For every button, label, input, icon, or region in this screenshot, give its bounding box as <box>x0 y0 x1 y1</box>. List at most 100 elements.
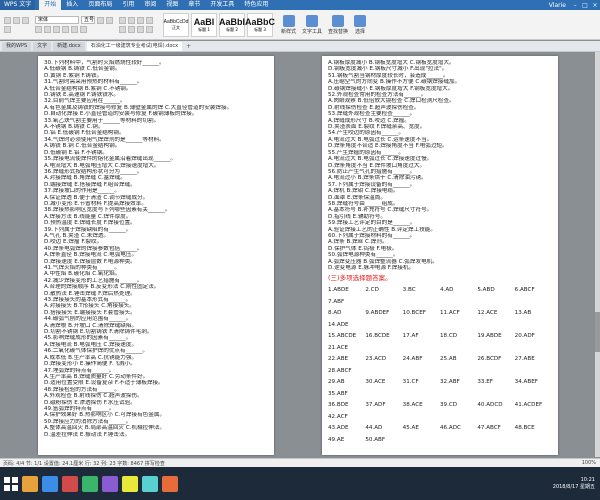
tool-button[interactable]: 新样式 <box>281 14 296 35</box>
grow-font-icon[interactable] <box>97 16 104 24</box>
answer-row: 7.ABF <box>328 297 552 309</box>
style-tile[interactable]: AaBbI 标题 2 <box>219 12 245 37</box>
answer-cell: 41.ACDEF <box>514 402 543 409</box>
answer-row: 1.ABDE 2.CD 3.BC 4.AD 5.ABD 6.ABCF <box>328 285 552 297</box>
cut-icon[interactable] <box>13 16 20 24</box>
clock-time: 10:21 <box>580 476 595 483</box>
document-tab[interactable]: 文字 <box>33 41 52 51</box>
paste-icon[interactable] <box>4 16 11 24</box>
taskbar-app-icon[interactable] <box>162 475 178 492</box>
style-tile[interactable]: AaBl 标题 1 <box>191 12 217 37</box>
paragraph-group <box>119 16 153 33</box>
tool-button[interactable]: 查找替换 <box>328 14 349 35</box>
underline-icon[interactable] <box>53 26 60 33</box>
ribbon-tab[interactable]: 页面布局 <box>83 0 117 10</box>
taskbar-app-icon[interactable] <box>22 475 38 492</box>
ribbon-tab[interactable]: 开始 <box>39 0 62 10</box>
answer-cell: 47.ABCF <box>477 425 501 432</box>
answer-cell: 11.ACF <box>439 310 460 317</box>
answer-cell: 48.BCE <box>514 425 535 432</box>
answer-cell <box>477 389 514 401</box>
answer-cell: 50.ABF <box>365 436 386 443</box>
copy-icon[interactable] <box>22 16 29 24</box>
answer-cell: 15.ABCDE <box>328 333 357 340</box>
font-name-select[interactable]: 宋体 <box>35 16 79 24</box>
style-tile[interactable]: AaBbCcDd 正文 <box>163 12 189 37</box>
answer-cell: 18.CD <box>439 333 458 340</box>
answer-row: 43.ADE 44.AD 45.AE 46.ADC 47.ABCF 48.BCE <box>328 423 552 435</box>
minimize-icon[interactable]: – <box>570 2 580 9</box>
answer-cell: 20.ADF <box>514 333 535 340</box>
answer-cell: 6.ABCF <box>514 287 535 294</box>
ribbon-tab[interactable]: 审阅 <box>139 0 161 10</box>
ribbon-tab[interactable]: 视图 <box>161 0 183 10</box>
align-right-icon[interactable] <box>137 25 144 33</box>
bold-icon[interactable] <box>35 26 42 33</box>
highlight-icon[interactable] <box>80 26 87 33</box>
ribbon-tab[interactable]: 插入 <box>61 0 83 10</box>
document-tabs: 我的WPS 文字 新建.docx 石油化工一级建筑专业考试(电焊).docx + <box>0 41 600 52</box>
taskbar-app-icon[interactable] <box>142 475 158 492</box>
answer-cell <box>403 412 440 424</box>
answer-cell <box>365 320 402 332</box>
outdent-icon[interactable] <box>146 16 153 24</box>
answer-row: 35.ABF <box>328 389 552 401</box>
numbering-icon[interactable] <box>128 16 135 24</box>
tool-button[interactable]: 文字工具 <box>302 14 322 35</box>
taskbar-app-icon[interactable] <box>42 475 58 492</box>
taskbar-app-icon[interactable] <box>62 475 78 492</box>
answer-cell <box>365 389 402 401</box>
font-color-icon[interactable] <box>71 26 78 33</box>
document-tab[interactable]: 石油化工一级建筑专业考试(电焊).docx <box>86 41 183 51</box>
align-left-icon[interactable] <box>119 25 126 33</box>
taskbar-app-icon[interactable] <box>102 475 118 492</box>
font-size-select[interactable]: 五号 <box>81 16 95 24</box>
strikethrough-icon[interactable] <box>62 26 69 33</box>
tool-label: 查找替换 <box>328 28 349 35</box>
scrollbar-thumb[interactable] <box>595 312 600 352</box>
answer-cell <box>440 297 477 309</box>
answer-cell: 43.ADE <box>328 425 349 432</box>
ribbon-tab[interactable]: 开发工具 <box>205 0 239 10</box>
taskbar-app-icon[interactable] <box>122 475 138 492</box>
ribbon-toolbar: 宋体 五号 AaBbCcDd 正文 AaBl 标题 1 AaBbI 标题 2 AaB <box>0 10 600 40</box>
justify-icon[interactable] <box>146 25 153 33</box>
answer-cell: 13.AB <box>514 310 532 317</box>
status-text: 页码: 4/4 节: 1/1 设置值: 24.1厘米 行: 32 列: 23 字… <box>3 460 165 467</box>
taskbar-app-icon[interactable] <box>82 475 98 492</box>
vertical-scrollbar[interactable] <box>595 52 600 457</box>
shrink-font-icon[interactable] <box>106 16 113 24</box>
ribbon-tab[interactable]: 引用 <box>117 0 139 10</box>
app-name[interactable]: WPS 文字 <box>0 0 36 10</box>
close-icon[interactable]: × <box>590 2 600 9</box>
windows-start-icon[interactable] <box>4 476 18 491</box>
answer-cell: 4.AD <box>439 287 454 294</box>
tool-button[interactable]: 选择 <box>354 14 367 35</box>
taskbar: 10:21 2018/8/17 星期五 <box>0 467 600 500</box>
document-tab[interactable]: 新建.docx <box>53 41 85 51</box>
zoom-level[interactable]: 100% <box>582 460 600 466</box>
new-tab-icon[interactable]: + <box>184 42 193 51</box>
style-label: 标题 2 <box>226 26 238 32</box>
answer-cell <box>403 320 440 332</box>
format-painter-icon[interactable] <box>4 25 11 33</box>
answer-row: 42.ACF <box>328 412 552 424</box>
align-center-icon[interactable] <box>128 25 135 33</box>
style-tile[interactable]: AaBbC 标题 3 <box>245 12 275 37</box>
system-tray[interactable]: 10:21 2018/8/17 星期五 <box>553 477 600 491</box>
bullets-icon[interactable] <box>119 16 126 24</box>
document-page-left[interactable]: 30.下列材料中，气割时火焰燃烧性较好______。 A.低碳钢 B.铸铁 C.低… <box>38 56 274 455</box>
answer-cell: 23.ACD <box>365 356 387 363</box>
maximize-icon[interactable]: □ <box>580 2 590 9</box>
answer-cell: 24.ABF <box>402 356 423 363</box>
answer-cell <box>365 297 402 309</box>
document-tab[interactable]: 我的WPS <box>2 41 32 51</box>
ribbon-tab[interactable]: 章节 <box>183 0 205 10</box>
answer-cell: 49.AE <box>328 436 345 443</box>
user-name[interactable]: Vlarie <box>549 2 570 9</box>
ribbon-tab[interactable]: 特色应用 <box>239 0 273 10</box>
document-page-right[interactable]: A.钢板厚度减小 B.钢板宽度增大 C.钢板宽度增大。 D.钢板宽度减小 E.钢板… <box>322 56 558 455</box>
answer-cell: 5.ABD <box>477 287 495 294</box>
indent-icon[interactable] <box>137 16 144 24</box>
italic-icon[interactable] <box>44 26 51 33</box>
